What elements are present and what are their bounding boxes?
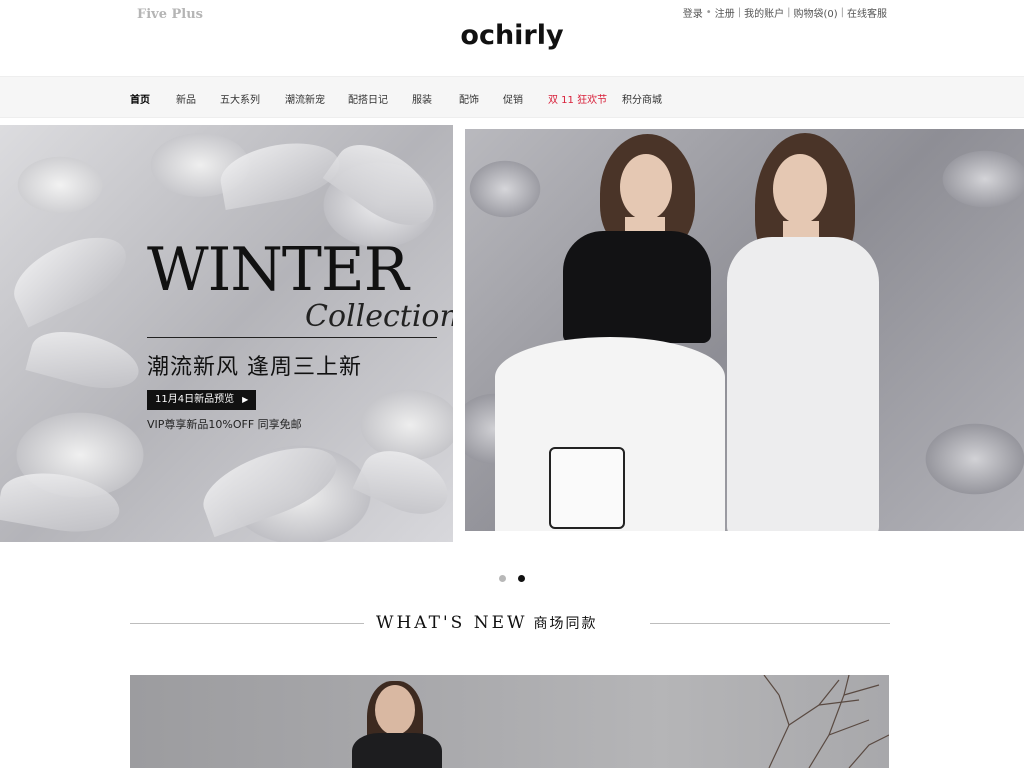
paper-petal — [25, 321, 145, 399]
nav-item-new[interactable]: 新品 — [176, 91, 196, 106]
nav-item-accessories[interactable]: 配饰 — [459, 91, 479, 106]
nav-item-points-mall[interactable]: 积分商城 — [622, 91, 662, 106]
vip-offer-text: VIP尊享新品10%OFF 同享免邮 — [147, 418, 302, 431]
separator: • — [705, 7, 712, 18]
hero-promo-slide[interactable]: WINTER Collection 潮流新风 逢周三上新 11月4日新品预览 ▶… — [0, 125, 453, 542]
paper-petal — [322, 128, 448, 242]
nav-item-home[interactable]: 首页 — [130, 91, 150, 106]
cart-link[interactable]: 购物袋(0) — [793, 5, 837, 20]
register-link[interactable]: 注册 — [715, 5, 735, 20]
model-face — [620, 154, 672, 220]
utility-links: 登录 • 注册 | 我的账户 | 购物袋(0) | 在线客服 — [683, 5, 887, 20]
hero-slogan: 潮流新风 逢周三上新 — [147, 355, 362, 380]
nav-item-double-11[interactable]: 双 11 狂欢节 — [548, 91, 607, 106]
login-link[interactable]: 登录 — [683, 5, 703, 20]
brand-logo[interactable]: ochirly — [0, 20, 1024, 51]
customer-service-link[interactable]: 在线客服 — [847, 5, 887, 20]
nav-item-apparel[interactable]: 服装 — [412, 91, 432, 106]
separator: | — [840, 7, 844, 18]
badge-label: 11月4日新品预览 — [155, 394, 235, 405]
site-header: Five Plus ochirly 登录 • 注册 | 我的账户 | 购物袋(0… — [0, 0, 1024, 76]
featured-product-banner[interactable] — [130, 675, 889, 768]
hero-subtitle: Collection — [305, 299, 453, 334]
handbag-image — [549, 447, 625, 529]
paper-petal — [352, 438, 453, 527]
play-arrow-icon: ▶ — [242, 395, 249, 404]
bare-branches-image — [763, 675, 889, 768]
hero-model-photo[interactable] — [465, 129, 1024, 531]
section-title-cn: 商场同款 — [533, 616, 598, 632]
nav-item-style-diary[interactable]: 配搭日记 — [348, 91, 388, 106]
paper-petal — [0, 464, 124, 541]
heading-rule-right — [650, 623, 890, 624]
slider-dot-2[interactable] — [518, 575, 525, 582]
paper-petal — [193, 432, 347, 538]
model-black-top — [563, 231, 711, 343]
nav-item-promotions[interactable]: 促销 — [503, 91, 523, 106]
separator: | — [737, 7, 742, 18]
paper-petal — [2, 222, 138, 328]
hero-slider: WINTER Collection 潮流新风 逢周三上新 11月4日新品预览 ▶… — [0, 125, 1024, 545]
whats-new-heading: WHAT'S NEW 商场同款 — [130, 612, 890, 636]
heading-rule-left — [130, 623, 364, 624]
preview-date-badge[interactable]: 11月4日新品预览 ▶ — [147, 390, 257, 410]
slider-pagination — [0, 567, 1024, 582]
paper-petal — [216, 134, 344, 211]
account-link[interactable]: 我的账户 — [744, 5, 784, 20]
section-title-en: WHAT'S NEW — [376, 613, 528, 633]
separator: | — [787, 7, 791, 18]
nav-item-series[interactable]: 五大系列 — [220, 91, 260, 106]
model-black-coat — [352, 733, 442, 768]
title-divider — [147, 337, 437, 338]
model-white-dress — [727, 237, 879, 531]
main-nav: 首页 新品 五大系列 潮流新宠 配搭日记 服装 配饰 促销 双 11 狂欢节 积… — [0, 76, 1024, 118]
section-title: WHAT'S NEW 商场同款 — [376, 613, 597, 633]
model-face — [773, 154, 827, 224]
nav-item-trends[interactable]: 潮流新宠 — [285, 91, 325, 106]
hero-title: WINTER — [147, 235, 409, 305]
model-face — [375, 685, 415, 735]
slider-dot-1[interactable] — [499, 575, 506, 582]
